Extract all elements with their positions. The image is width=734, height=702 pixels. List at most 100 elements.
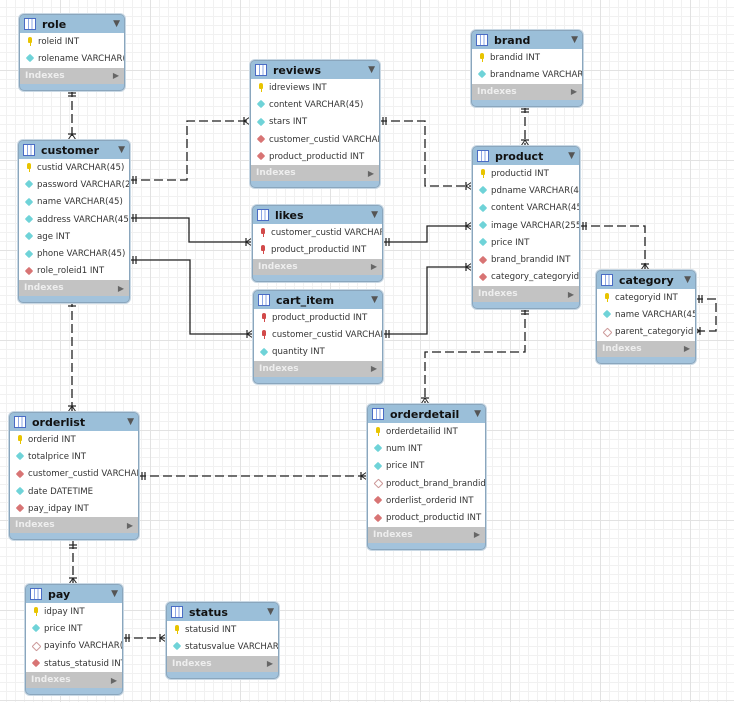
table-brand[interactable]: brand ▼ brandid INT brandname VARCHAR(45… (471, 30, 583, 107)
column-row[interactable]: orderdetailid INT (368, 423, 485, 440)
indexes-section[interactable]: Indexes ▶ (167, 655, 278, 672)
column-row[interactable]: rolename VARCHAR(4... (20, 50, 124, 67)
table-reviews[interactable]: reviews ▼ idreviews INT content VARCHAR(… (250, 60, 380, 189)
expand-arrow-icon[interactable]: ▶ (568, 290, 574, 299)
indexes-section[interactable]: Indexes ▶ (472, 83, 582, 100)
indexes-section[interactable]: Indexes ▶ (473, 286, 579, 303)
column-row[interactable]: name VARCHAR(45) (597, 306, 695, 323)
column-row[interactable]: idreviews INT (251, 79, 379, 96)
relationship-customer-reviews[interactable] (128, 120, 250, 181)
column-row[interactable]: product_productid INT (251, 148, 379, 165)
column-row[interactable]: password VARCHAR(255) (19, 176, 129, 193)
collapse-arrow-icon[interactable]: ▼ (568, 151, 575, 161)
indexes-section[interactable]: Indexes ▶ (10, 517, 138, 534)
expand-arrow-icon[interactable]: ▶ (684, 344, 690, 353)
expand-arrow-icon[interactable]: ▶ (111, 676, 117, 685)
collapse-arrow-icon[interactable]: ▼ (684, 275, 691, 285)
table-orderdetail[interactable]: orderdetail ▼ orderdetailid INT num INT … (367, 404, 486, 550)
table-customer[interactable]: customer ▼ custid VARCHAR(45) password V… (18, 140, 130, 304)
column-row[interactable]: age INT (19, 228, 129, 245)
table-header[interactable]: customer ▼ (19, 141, 129, 159)
column-row[interactable]: custid VARCHAR(45) (19, 159, 129, 176)
column-row[interactable]: product_brand_brandid I... (368, 475, 485, 492)
expand-arrow-icon[interactable]: ▶ (267, 659, 273, 668)
column-row[interactable]: brandname VARCHAR(45) (472, 66, 582, 83)
expand-arrow-icon[interactable]: ▶ (371, 262, 377, 271)
column-row[interactable]: price INT (368, 458, 485, 475)
column-row[interactable]: statusvalue VARCHAR(4... (167, 638, 278, 655)
collapse-arrow-icon[interactable]: ▼ (371, 210, 378, 220)
column-row[interactable]: productid INT (473, 165, 579, 182)
indexes-section[interactable]: Indexes ▶ (19, 280, 129, 297)
indexes-section[interactable]: Indexes ▶ (597, 340, 695, 357)
column-row[interactable]: orderlist_orderid INT (368, 492, 485, 509)
column-row[interactable]: roleid INT (20, 33, 124, 50)
column-row[interactable]: totalprice INT (10, 448, 138, 465)
column-row[interactable]: content VARCHAR(45) (473, 200, 579, 217)
column-row[interactable]: orderid INT (10, 431, 138, 448)
column-row[interactable]: payinfo VARCHAR(4... (26, 638, 122, 655)
table-header[interactable]: pay ▼ (26, 585, 122, 603)
collapse-arrow-icon[interactable]: ▼ (371, 295, 378, 305)
table-header[interactable]: brand ▼ (472, 31, 582, 49)
collapse-arrow-icon[interactable]: ▼ (474, 409, 481, 419)
column-row[interactable]: brandid INT (472, 49, 582, 66)
table-header[interactable]: orderdetail ▼ (368, 405, 485, 423)
collapse-arrow-icon[interactable]: ▼ (368, 65, 375, 75)
collapse-arrow-icon[interactable]: ▼ (127, 417, 134, 427)
expand-arrow-icon[interactable]: ▶ (118, 284, 124, 293)
column-row[interactable]: num INT (368, 440, 485, 457)
column-row[interactable]: stars INT (251, 114, 379, 131)
column-row[interactable]: parent_categoryid I... (597, 324, 695, 341)
table-header[interactable]: reviews ▼ (251, 61, 379, 79)
expand-arrow-icon[interactable]: ▶ (368, 169, 374, 178)
indexes-section[interactable]: Indexes ▶ (251, 165, 379, 182)
expand-arrow-icon[interactable]: ▶ (371, 364, 377, 373)
table-product[interactable]: product ▼ productid INT pdname VARCHAR(4… (472, 146, 580, 310)
table-status[interactable]: status ▼ statusid INT statusvalue VARCHA… (166, 602, 279, 679)
column-row[interactable]: status_statusid INT (26, 655, 122, 672)
collapse-arrow-icon[interactable]: ▼ (267, 607, 274, 617)
column-row[interactable]: customer_custid VARCHAR(4... (10, 466, 138, 483)
indexes-section[interactable]: Indexes ▶ (368, 526, 485, 543)
column-row[interactable]: address VARCHAR(45) (19, 211, 129, 228)
table-header[interactable]: product ▼ (473, 147, 579, 165)
column-row[interactable]: content VARCHAR(45) (251, 96, 379, 113)
column-row[interactable]: role_roleid1 INT (19, 263, 129, 280)
table-orderlist[interactable]: orderlist ▼ orderid INT totalprice INT c… (9, 412, 139, 541)
table-header[interactable]: role ▼ (20, 15, 124, 33)
table-pay[interactable]: pay ▼ idpay INT price INT payinfo VARCHA… (25, 584, 123, 696)
column-row[interactable]: statusid INT (167, 621, 278, 638)
column-row[interactable]: category_categoryid I... (473, 269, 579, 286)
relationship-product-cart_item[interactable] (381, 266, 472, 335)
relationship-category-product[interactable] (578, 225, 646, 270)
column-row[interactable]: price INT (473, 234, 579, 251)
expand-arrow-icon[interactable]: ▶ (571, 87, 577, 96)
table-likes[interactable]: likes ▼ customer_custid VARCHAR(4... pro… (252, 205, 383, 282)
indexes-section[interactable]: Indexes ▶ (26, 672, 122, 689)
table-cart_item[interactable]: cart_item ▼ product_productid INT custom… (253, 290, 383, 384)
column-row[interactable]: product_productid INT (254, 309, 382, 326)
relationship-customer-likes[interactable] (128, 217, 252, 243)
expand-arrow-icon[interactable]: ▶ (127, 521, 133, 530)
column-row[interactable]: image VARCHAR(255) (473, 217, 579, 234)
relationship-product-orderdetail[interactable] (424, 306, 526, 404)
column-row[interactable]: quantity INT (254, 344, 382, 361)
column-row[interactable]: product_productid INT (368, 509, 485, 526)
column-row[interactable]: idpay INT (26, 603, 122, 620)
indexes-section[interactable]: Indexes ▶ (254, 360, 382, 377)
table-role[interactable]: role ▼ roleid INT rolename VARCHAR(4... … (19, 14, 125, 91)
column-row[interactable]: customer_custid VARCHAR(4... (254, 326, 382, 343)
column-row[interactable]: pdname VARCHAR(45) (473, 182, 579, 199)
collapse-arrow-icon[interactable]: ▼ (118, 145, 125, 155)
relationship-category-category[interactable] (694, 298, 717, 332)
relationship-customer-cart_item[interactable] (128, 259, 253, 335)
indexes-section[interactable]: Indexes ▶ (20, 67, 124, 84)
relationship-product-reviews[interactable] (378, 120, 472, 187)
column-row[interactable]: product_productid INT (253, 241, 382, 258)
column-row[interactable]: pay_idpay INT (10, 500, 138, 517)
table-header[interactable]: orderlist ▼ (10, 413, 138, 431)
table-header[interactable]: likes ▼ (253, 206, 382, 224)
expand-arrow-icon[interactable]: ▶ (113, 71, 119, 80)
column-row[interactable]: customer_custid VARCHAR(4... (251, 131, 379, 148)
